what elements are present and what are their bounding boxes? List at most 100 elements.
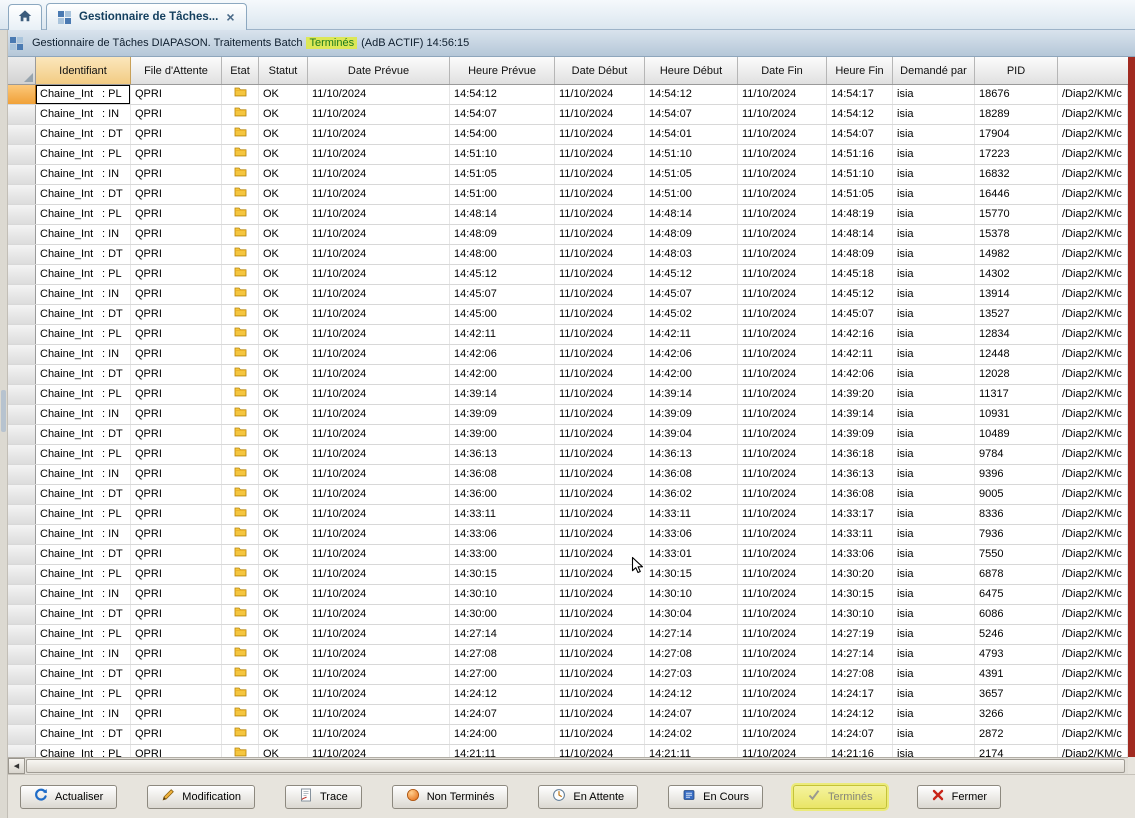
table-row[interactable]: Chaine_Int: PL QPRI OK 11/10/2024 14:39:… bbox=[8, 385, 1128, 405]
table-row[interactable]: Chaine_Int: DT QPRI OK 11/10/2024 14:51:… bbox=[8, 185, 1128, 205]
table-row[interactable]: Chaine_Int: IN QPRI OK 11/10/2024 14:48:… bbox=[8, 225, 1128, 245]
row-selector[interactable] bbox=[8, 405, 36, 424]
table-row[interactable]: Chaine_Int: IN QPRI OK 11/10/2024 14:39:… bbox=[8, 405, 1128, 425]
row-selector[interactable] bbox=[8, 645, 36, 664]
cell-identifiant: Chaine_Int: IN bbox=[36, 645, 131, 664]
row-selector[interactable] bbox=[8, 105, 36, 124]
table-row[interactable]: Chaine_Int: IN QPRI OK 11/10/2024 14:27:… bbox=[8, 645, 1128, 665]
column-header-extra[interactable] bbox=[1058, 57, 1128, 84]
fermer-button[interactable]: Fermer bbox=[917, 785, 1001, 809]
splitter-handle[interactable] bbox=[1, 390, 6, 432]
row-selector[interactable] bbox=[8, 445, 36, 464]
row-selector[interactable] bbox=[8, 385, 36, 404]
row-selector[interactable] bbox=[8, 205, 36, 224]
column-header-heure-debut[interactable]: Heure Début bbox=[645, 57, 738, 84]
column-header-etat[interactable]: Etat bbox=[222, 57, 259, 84]
actualiser-button[interactable]: Actualiser bbox=[20, 785, 117, 809]
en-cours-button[interactable]: En Cours bbox=[668, 785, 763, 809]
table-row[interactable]: Chaine_Int: PL QPRI OK 11/10/2024 14:54:… bbox=[8, 85, 1128, 105]
row-selector[interactable] bbox=[8, 225, 36, 244]
column-header-date-fin[interactable]: Date Fin bbox=[738, 57, 827, 84]
row-selector[interactable] bbox=[8, 265, 36, 284]
row-selector[interactable] bbox=[8, 325, 36, 344]
table-row[interactable]: Chaine_Int: DT QPRI OK 11/10/2024 14:27:… bbox=[8, 665, 1128, 685]
row-selector[interactable] bbox=[8, 425, 36, 444]
table-row[interactable]: Chaine_Int: DT QPRI OK 11/10/2024 14:33:… bbox=[8, 545, 1128, 565]
table-row[interactable]: Chaine_Int: IN QPRI OK 11/10/2024 14:24:… bbox=[8, 705, 1128, 725]
table-row[interactable]: Chaine_Int: PL QPRI OK 11/10/2024 14:24:… bbox=[8, 685, 1128, 705]
table-row[interactable]: Chaine_Int: IN QPRI OK 11/10/2024 14:36:… bbox=[8, 465, 1128, 485]
table-row[interactable]: Chaine_Int: PL QPRI OK 11/10/2024 14:42:… bbox=[8, 325, 1128, 345]
tab-gestionnaire-taches[interactable]: Gestionnaire de Tâches... × bbox=[46, 3, 247, 30]
row-selector[interactable] bbox=[8, 485, 36, 504]
row-selector[interactable] bbox=[8, 545, 36, 564]
row-selector[interactable] bbox=[8, 245, 36, 264]
table-row[interactable]: Chaine_Int: DT QPRI OK 11/10/2024 14:39:… bbox=[8, 425, 1128, 445]
table-row[interactable]: Chaine_Int: IN QPRI OK 11/10/2024 14:42:… bbox=[8, 345, 1128, 365]
row-selector[interactable] bbox=[8, 745, 36, 757]
modification-button[interactable]: Modification bbox=[147, 785, 255, 809]
table-row[interactable]: Chaine_Int: DT QPRI OK 11/10/2024 14:30:… bbox=[8, 605, 1128, 625]
trace-button[interactable]: Trace bbox=[285, 785, 362, 809]
table-row[interactable]: Chaine_Int: PL QPRI OK 11/10/2024 14:30:… bbox=[8, 565, 1128, 585]
column-header-pid[interactable]: PID bbox=[975, 57, 1058, 84]
select-all-corner[interactable] bbox=[8, 57, 36, 84]
row-selector[interactable] bbox=[8, 165, 36, 184]
h-scrollbar[interactable]: ◀ bbox=[8, 757, 1128, 774]
title-bar: Gestionnaire de Tâches DIAPASON. Traitem… bbox=[0, 30, 1135, 57]
table-row[interactable]: Chaine_Int: IN QPRI OK 11/10/2024 14:33:… bbox=[8, 525, 1128, 545]
column-header-heure-fin[interactable]: Heure Fin bbox=[827, 57, 893, 84]
row-selector[interactable] bbox=[8, 345, 36, 364]
column-header-date-debut[interactable]: Date Début bbox=[555, 57, 645, 84]
row-selector[interactable] bbox=[8, 365, 36, 384]
table-row[interactable]: Chaine_Int: DT QPRI OK 11/10/2024 14:45:… bbox=[8, 305, 1128, 325]
non-termines-button[interactable]: Non Terminés bbox=[392, 785, 509, 809]
column-header-date-prevue[interactable]: Date Prévue bbox=[308, 57, 450, 84]
row-selector[interactable] bbox=[8, 185, 36, 204]
en-attente-button[interactable]: En Attente bbox=[538, 785, 638, 809]
table-row[interactable]: Chaine_Int: DT QPRI OK 11/10/2024 14:36:… bbox=[8, 485, 1128, 505]
column-header-heure-prevue[interactable]: Heure Prévue bbox=[450, 57, 555, 84]
row-selector[interactable] bbox=[8, 685, 36, 704]
table-row[interactable]: Chaine_Int: PL QPRI OK 11/10/2024 14:33:… bbox=[8, 505, 1128, 525]
row-selector[interactable] bbox=[8, 565, 36, 584]
row-selector[interactable] bbox=[8, 605, 36, 624]
table-row[interactable]: Chaine_Int: PL QPRI OK 11/10/2024 14:27:… bbox=[8, 625, 1128, 645]
column-header-file-attente[interactable]: File d'Attente bbox=[131, 57, 222, 84]
row-selector[interactable] bbox=[8, 625, 36, 644]
table-row[interactable]: Chaine_Int: IN QPRI OK 11/10/2024 14:30:… bbox=[8, 585, 1128, 605]
row-selector[interactable] bbox=[8, 705, 36, 724]
row-selector[interactable] bbox=[8, 285, 36, 304]
row-selector[interactable] bbox=[8, 125, 36, 144]
row-selector[interactable] bbox=[8, 665, 36, 684]
column-header-demande-par[interactable]: Demandé par bbox=[893, 57, 975, 84]
table-row[interactable]: Chaine_Int: PL QPRI OK 11/10/2024 14:36:… bbox=[8, 445, 1128, 465]
row-selector[interactable] bbox=[8, 305, 36, 324]
row-selector[interactable] bbox=[8, 525, 36, 544]
row-selector[interactable] bbox=[8, 725, 36, 744]
cell-heure-prevue: 14:42:11 bbox=[450, 325, 555, 344]
table-row[interactable]: Chaine_Int: PL QPRI OK 11/10/2024 14:21:… bbox=[8, 745, 1128, 757]
scroll-thumb[interactable] bbox=[26, 759, 1125, 773]
table-row[interactable]: Chaine_Int: DT QPRI OK 11/10/2024 14:48:… bbox=[8, 245, 1128, 265]
row-selector[interactable] bbox=[8, 465, 36, 484]
row-selector[interactable] bbox=[8, 85, 36, 104]
table-row[interactable]: Chaine_Int: PL QPRI OK 11/10/2024 14:45:… bbox=[8, 265, 1128, 285]
table-row[interactable]: Chaine_Int: DT QPRI OK 11/10/2024 14:42:… bbox=[8, 365, 1128, 385]
column-header-statut[interactable]: Statut bbox=[259, 57, 308, 84]
home-tab[interactable] bbox=[8, 4, 42, 30]
row-selector[interactable] bbox=[8, 145, 36, 164]
tab-close-icon[interactable]: × bbox=[226, 10, 234, 24]
row-selector[interactable] bbox=[8, 505, 36, 524]
table-row[interactable]: Chaine_Int: IN QPRI OK 11/10/2024 14:54:… bbox=[8, 105, 1128, 125]
table-row[interactable]: Chaine_Int: DT QPRI OK 11/10/2024 14:24:… bbox=[8, 725, 1128, 745]
scroll-left-button[interactable]: ◀ bbox=[8, 758, 25, 774]
table-row[interactable]: Chaine_Int: IN QPRI OK 11/10/2024 14:45:… bbox=[8, 285, 1128, 305]
termines-button[interactable]: Terminés bbox=[793, 785, 887, 809]
table-row[interactable]: Chaine_Int: PL QPRI OK 11/10/2024 14:51:… bbox=[8, 145, 1128, 165]
column-header-identifiant[interactable]: Identifiant bbox=[36, 57, 131, 84]
table-row[interactable]: Chaine_Int: IN QPRI OK 11/10/2024 14:51:… bbox=[8, 165, 1128, 185]
table-row[interactable]: Chaine_Int: DT QPRI OK 11/10/2024 14:54:… bbox=[8, 125, 1128, 145]
row-selector[interactable] bbox=[8, 585, 36, 604]
table-row[interactable]: Chaine_Int: PL QPRI OK 11/10/2024 14:48:… bbox=[8, 205, 1128, 225]
